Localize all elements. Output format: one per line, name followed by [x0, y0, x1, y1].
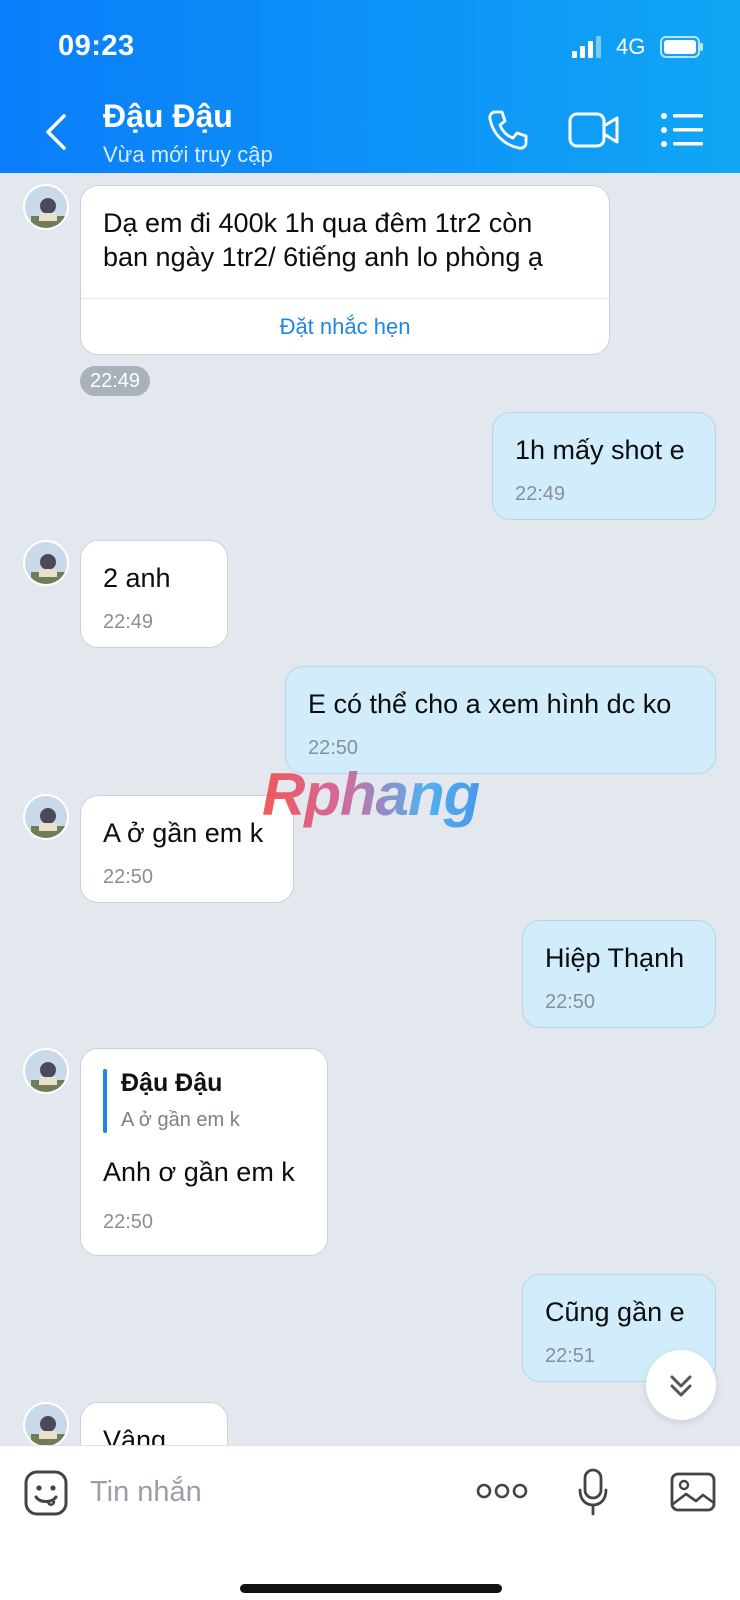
video-call-icon[interactable] — [568, 110, 620, 150]
contact-avatar[interactable] — [23, 794, 69, 840]
message-bubble-incoming-reply[interactable]: Đậu Đậu A ở gần em k Anh ơ gần em k 22:5… — [80, 1048, 328, 1256]
message-time: 22:50 — [103, 866, 154, 888]
message-text: E có thể cho a xem hình dc ko — [308, 689, 672, 719]
message-time: 22:51 — [545, 1345, 596, 1367]
status-bar: 09:23 4G — [0, 0, 740, 90]
message-bubble-outgoing[interactable]: Hiệp Thạnh 22:50 — [522, 920, 716, 1028]
message-bubble-outgoing[interactable]: E có thể cho a xem hình dc ko 22:50 — [285, 666, 716, 774]
double-chevron-down-icon — [670, 1375, 692, 1397]
status-time: 09:23 — [58, 30, 135, 62]
message-text: Anh ơ gần em k — [103, 1157, 295, 1187]
watermark-logo: Rphang — [262, 761, 480, 828]
quoted-text: A ở gần em k — [121, 1109, 240, 1131]
message-bubble-incoming[interactable]: Dạ em đi 400k 1h qua đêm 1tr2 còn ban ng… — [80, 185, 610, 355]
message-bubble-outgoing[interactable]: 1h mấy shot e 22:49 — [492, 412, 716, 520]
quote-bar — [103, 1069, 107, 1133]
divider — [81, 298, 609, 299]
home-indicator[interactable] — [240, 1584, 502, 1593]
microphone-icon[interactable] — [578, 1468, 608, 1516]
message-text: ban ngày 1tr2/ 6tiếng anh lo phòng ạ — [103, 242, 543, 272]
image-gallery-icon[interactable] — [670, 1472, 716, 1512]
set-reminder-link[interactable]: Đặt nhắc hẹn — [81, 314, 609, 340]
message-text: Dạ em đi 400k 1h qua đêm 1tr2 còn — [103, 208, 533, 238]
phone-icon[interactable] — [486, 108, 530, 152]
message-time: 22:50 — [545, 991, 596, 1013]
message-time: 22:49 — [515, 483, 566, 505]
contact-avatar[interactable] — [23, 1048, 69, 1094]
message-time-chip: 22:49 — [80, 366, 150, 396]
message-text: Cũng gần e — [545, 1297, 685, 1327]
sticker-icon[interactable] — [24, 1470, 68, 1516]
message-text: 1h mấy shot e — [515, 435, 685, 465]
contact-status: Vừa mới truy cập — [103, 142, 273, 167]
network-label: 4G — [616, 34, 646, 59]
message-input-bar — [0, 1445, 740, 1600]
quoted-sender: Đậu Đậu — [121, 1069, 223, 1097]
more-options-icon[interactable] — [476, 1478, 528, 1504]
message-bubble-incoming[interactable]: 2 anh 22:49 — [80, 540, 228, 648]
contact-avatar[interactable] — [23, 1402, 69, 1448]
message-input[interactable] — [90, 1466, 430, 1518]
contact-avatar[interactable] — [23, 184, 69, 230]
chat-header: 09:23 4G Đậu Đậu Vừa mới truy cập — [0, 0, 740, 173]
message-text: Hiệp Thạnh — [545, 943, 685, 973]
message-time: 22:50 — [308, 737, 359, 759]
back-button[interactable] — [38, 110, 74, 154]
message-time: 22:50 — [103, 1211, 154, 1233]
menu-list-icon[interactable] — [660, 110, 704, 150]
message-text: A ở gần em k — [103, 818, 264, 848]
battery-icon — [660, 36, 703, 58]
contact-avatar[interactable] — [23, 540, 69, 586]
scroll-to-bottom-button[interactable] — [646, 1350, 716, 1420]
signal-icon — [572, 36, 601, 58]
message-text: 2 anh — [103, 563, 171, 593]
message-time: 22:49 — [103, 611, 154, 633]
contact-name[interactable]: Đậu Đậu — [103, 98, 233, 135]
